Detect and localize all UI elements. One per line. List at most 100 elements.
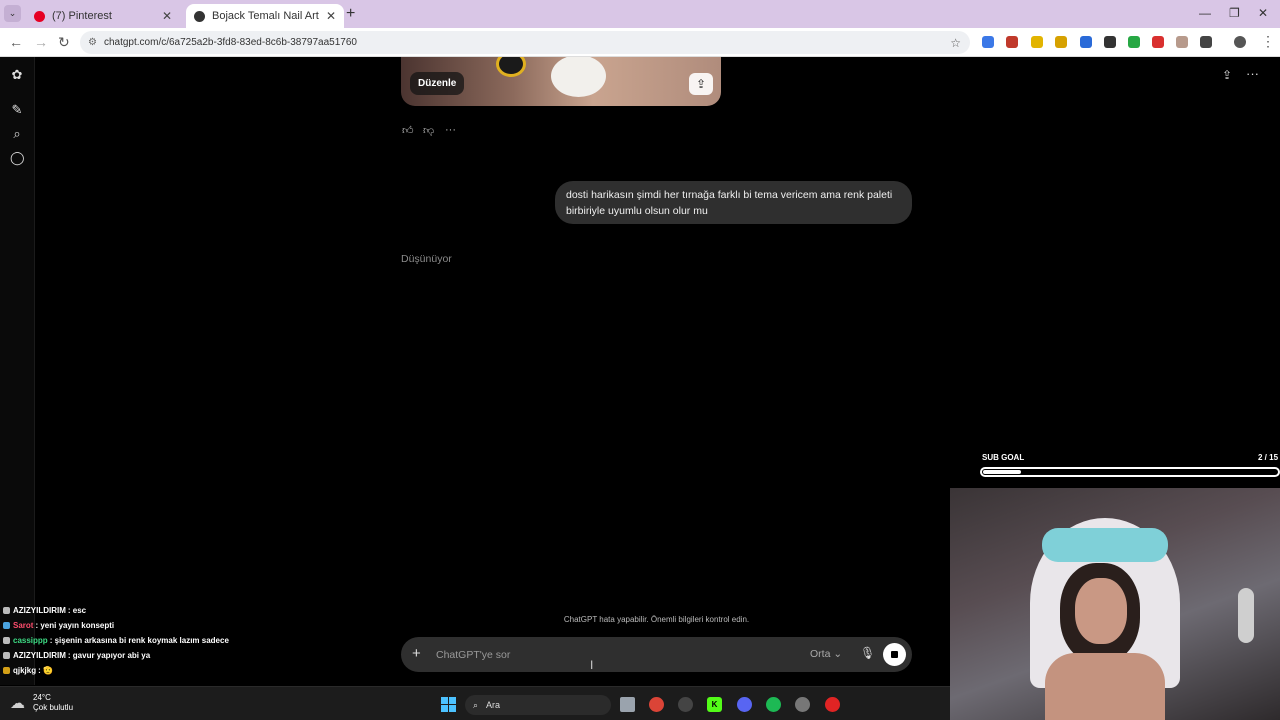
chat-username: AZIZYILDIRIM (13, 651, 66, 660)
user-badge-icon (3, 607, 10, 614)
back-button[interactable]: ← (9, 34, 23, 50)
windows-start-button[interactable] (441, 697, 456, 712)
extension-icon[interactable] (1080, 36, 1092, 48)
more-actions-icon[interactable]: ··· (445, 124, 456, 136)
microphone-icon[interactable]: 🎙︎ (860, 646, 875, 660)
chat-bubble-icon[interactable]: ◯ (10, 150, 25, 166)
shoulders-shape (1045, 653, 1165, 720)
chat-username: cassippp (13, 636, 48, 645)
extension-icon[interactable] (1055, 36, 1067, 48)
chat-message: : gavur yapıyor abi ya (67, 651, 151, 660)
thumbs-up-icon[interactable]: 👍︎ (402, 124, 414, 137)
tab-search-icon[interactable]: ⌄ (4, 5, 21, 22)
chat-message: : esc (67, 606, 87, 615)
extension-icon[interactable] (1176, 36, 1188, 48)
spotify-icon[interactable] (766, 697, 781, 712)
search-icon: ⌕ (473, 699, 479, 710)
profile-avatar[interactable] (1234, 36, 1246, 48)
subgoal-count: 2 / 15 (1258, 453, 1279, 462)
thumbs-down-icon[interactable]: 👎︎ (423, 124, 434, 137)
attach-plus-icon[interactable]: + (412, 645, 421, 662)
stop-icon (891, 651, 898, 658)
taskbar-search[interactable]: ⌕ Ara (465, 695, 611, 715)
app-icon[interactable] (678, 697, 693, 712)
extension-icon[interactable] (1031, 36, 1043, 48)
app-icon[interactable] (825, 697, 840, 712)
chatgpt-icon (194, 10, 205, 22)
reload-button[interactable]: ↻ (58, 34, 70, 51)
new-tab-button[interactable]: + (346, 5, 355, 23)
chatgpt-sidebar: ✿ ✎ ⌕ ◯ (0, 57, 35, 685)
stream-chat-line: qjkjkg: 🫡 (3, 663, 263, 678)
prompt-input[interactable] (436, 646, 786, 664)
forward-button[interactable]: → (34, 34, 48, 50)
share-image-icon[interactable]: ⇪ (689, 73, 713, 95)
minimize-button[interactable]: — (1199, 6, 1211, 20)
file-explorer-icon[interactable] (620, 697, 635, 712)
microphone-shape (1238, 588, 1254, 643)
chat-message: : yeni yayın konsepti (35, 621, 115, 630)
extension-icon[interactable] (1006, 36, 1018, 48)
cloud-icon: ☁ (10, 695, 25, 712)
stream-chat-overlay: AZIZYILDIRIM: esc Sarot: yeni yayın kons… (3, 603, 263, 678)
extensions-puzzle-icon[interactable] (1200, 36, 1212, 48)
shield-extension-icon[interactable] (1128, 36, 1140, 48)
new-chat-icon[interactable]: ✎ (10, 102, 24, 118)
tab-pinterest[interactable]: (7) Pinterest ✕ (26, 4, 180, 28)
translate-extension-icon[interactable] (982, 36, 994, 48)
chevron-down-icon: ⌄ (833, 648, 843, 660)
reasoning-level-select[interactable]: Orta ⌄ (810, 648, 842, 660)
stop-generation-button[interactable] (883, 643, 906, 666)
pinterest-icon (34, 10, 45, 22)
tab-title: Bojack Temalı Nail Art (212, 10, 319, 22)
close-tab-icon[interactable]: ✕ (162, 9, 172, 23)
chat-username: AZIZYILDIRIM (13, 606, 66, 615)
chat-message: : 🫡 (38, 666, 53, 675)
weather-text: 24°C Çok bulutlu (33, 693, 73, 713)
webcam-feed (950, 488, 1280, 720)
discord-icon[interactable] (737, 697, 752, 712)
settings-icon[interactable] (795, 697, 810, 712)
stream-chat-line: cassippp: şişenin arkasına bi renk koyma… (3, 633, 263, 648)
face-shape (1075, 578, 1127, 644)
stream-chat-line: AZIZYILDIRIM: gavur yapıyor abi ya (3, 648, 263, 663)
stream-chat-line: AZIZYILDIRIM: esc (3, 603, 263, 618)
chat-username: Sarot (13, 621, 34, 630)
subgoal-label: SUB GOAL (982, 453, 1025, 462)
edit-image-button[interactable]: Düzenle (410, 72, 465, 95)
weather-widget[interactable]: ☁ 24°C Çok bulutlu (10, 693, 73, 713)
search-icon[interactable]: ⌕ (10, 126, 24, 142)
bookmark-star-icon[interactable]: ☆ (950, 36, 961, 50)
address-url: chatgpt.com/c/6a725a2b-3fd8-83ed-8c6b-38… (103, 37, 357, 48)
chrome-icon[interactable] (649, 697, 664, 712)
user-message: dosti harikasın şimdi her tırnağa farklı… (555, 181, 912, 224)
extension-icon[interactable] (1152, 36, 1164, 48)
disclaimer-text: ChatGPT hata yapabilir. Önemli bilgileri… (563, 615, 750, 624)
chat-username: qjkjkg (13, 666, 37, 675)
share-chat-icon[interactable]: ⇪ (1222, 68, 1232, 82)
browser-tab-strip: ⌄ (7) Pinterest ✕ Bojack Temalı Nail Art… (0, 0, 1280, 28)
close-tab-icon[interactable]: ✕ (326, 9, 336, 23)
nail-art-shape (496, 57, 526, 77)
tab-chatgpt[interactable]: Bojack Temalı Nail Art ✕ (186, 4, 344, 28)
chatgpt-logo-icon[interactable]: ✿ (10, 67, 24, 83)
subgoal-progress-bar (980, 467, 1280, 477)
restore-button[interactable]: ❐ (1229, 6, 1240, 20)
composer: + Orta ⌄ 🎙︎ (401, 637, 912, 672)
tab-title: (7) Pinterest (52, 10, 112, 22)
site-info-icon[interactable]: ⚙ (88, 37, 97, 48)
weather-temp: 24°C (33, 693, 51, 702)
thinking-indicator: Düşünüyor (401, 253, 452, 265)
address-bar[interactable]: ⚙ chatgpt.com/c/6a725a2b-3fd8-83ed-8c6b-… (80, 31, 970, 54)
extension-icon[interactable] (1104, 36, 1116, 48)
browser-toolbar: ← → ↻ ⚙ chatgpt.com/c/6a725a2b-3fd8-83ed… (0, 28, 1280, 57)
more-options-icon[interactable]: ··· (1246, 66, 1259, 81)
generated-image[interactable]: Düzenle ⇪ (401, 57, 721, 106)
nail-art-shape (551, 57, 606, 97)
close-window-button[interactable]: ✕ (1258, 6, 1268, 20)
taskbar-search-label: Ara (486, 700, 501, 710)
text-cursor-icon: I (590, 658, 594, 672)
reasoning-level-label: Orta (810, 648, 831, 660)
browser-menu-icon[interactable]: ⋮ (1261, 33, 1275, 50)
kick-icon[interactable]: K (707, 697, 722, 712)
